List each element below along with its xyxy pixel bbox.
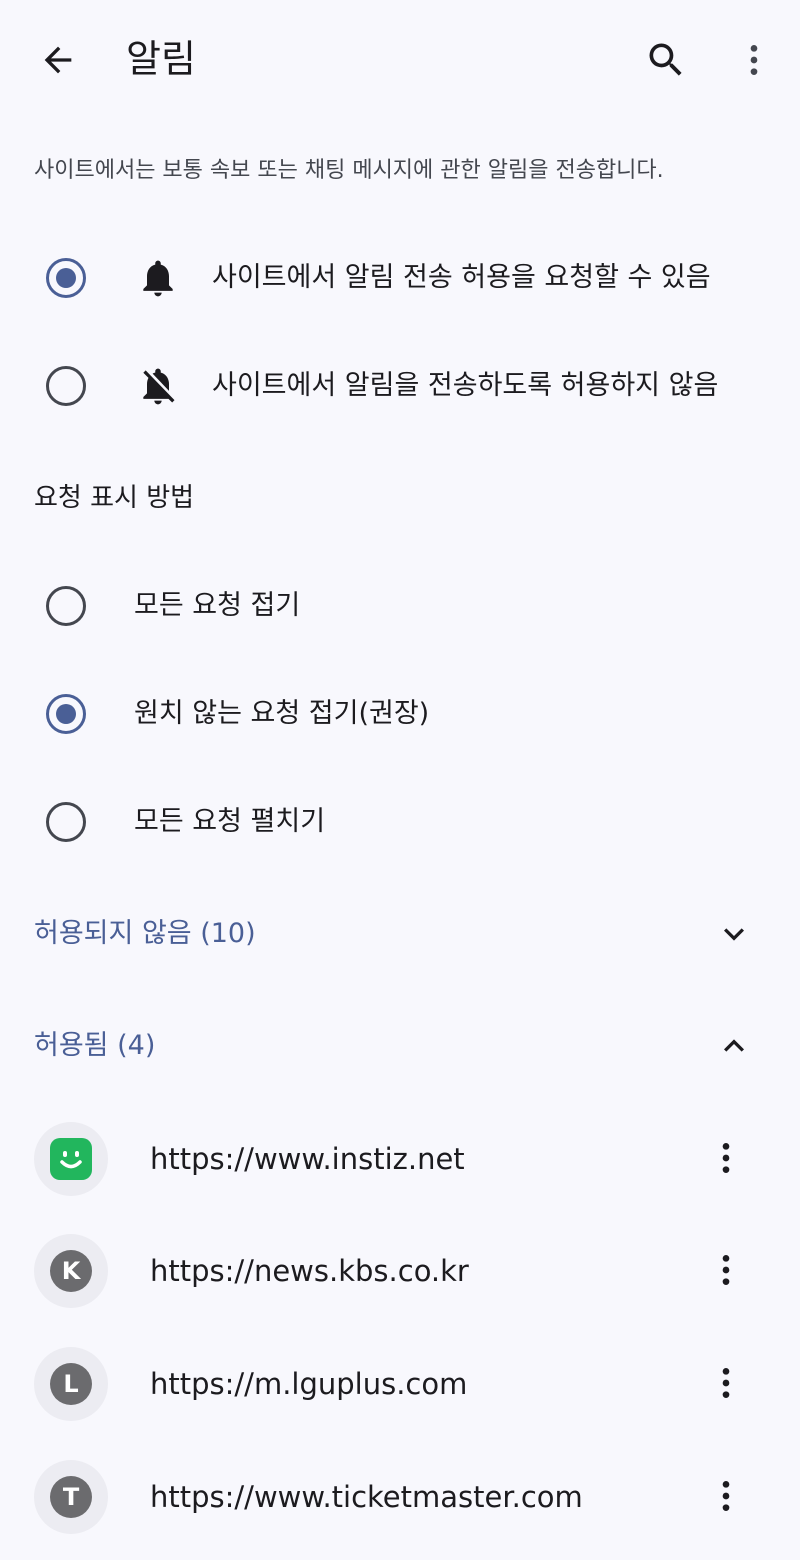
allowed-group-label: 허용됨 (4) [34, 1030, 156, 1061]
option-collapse-unwanted-label: 원치 않는 요청 접기(권장) [134, 698, 430, 729]
option-allow-requests-label: 사이트에서 알림 전송 허용을 요청할 수 있음 [212, 262, 711, 293]
option-collapse-all[interactable]: 모든 요청 접기 [0, 556, 800, 656]
site-more-button[interactable] [706, 1128, 746, 1188]
bell-icon [143, 260, 173, 297]
site-favicon [34, 1122, 108, 1196]
blocked-group-label: 허용되지 않음 (10) [34, 918, 256, 949]
back-button[interactable] [30, 32, 86, 88]
site-favicon-letter: T [50, 1476, 92, 1518]
search-button[interactable] [638, 32, 694, 88]
site-favicon-letter: L [50, 1363, 92, 1405]
site-favicon: L [34, 1347, 108, 1421]
more-vert-icon [722, 1368, 730, 1398]
site-row-ticketmaster[interactable]: T https://www.ticketmaster.com [0, 1446, 800, 1546]
site-more-button[interactable] [706, 1466, 746, 1526]
search-icon [649, 43, 682, 76]
option-expand-all[interactable]: 모든 요청 펼치기 [0, 772, 800, 872]
site-url: https://www.ticketmaster.com [150, 1480, 583, 1514]
instiz-smile-icon [50, 1138, 92, 1180]
option-collapse-all-label: 모든 요청 접기 [134, 590, 301, 621]
site-more-button[interactable] [706, 1240, 746, 1300]
option-expand-all-label: 모든 요청 펼치기 [134, 806, 326, 837]
site-url: https://news.kbs.co.kr [150, 1254, 469, 1288]
option-collapse-unwanted[interactable]: 원치 않는 요청 접기(권장) [0, 664, 800, 764]
radio-allow-requests[interactable] [46, 258, 86, 298]
more-vert-icon [722, 1143, 730, 1173]
site-url: https://www.instiz.net [150, 1142, 465, 1176]
allowed-group-header[interactable]: 허용됨 (4) [0, 1006, 800, 1086]
option-block-notifications[interactable]: 사이트에서 알림을 전송하도록 허용하지 않음 [0, 336, 800, 436]
site-row-instiz[interactable]: https://www.instiz.net [0, 1108, 800, 1208]
top-app-bar: 알림 [0, 0, 800, 118]
option-allow-requests[interactable]: 사이트에서 알림 전송 허용을 요청할 수 있음 [0, 228, 800, 328]
radio-expand-all[interactable] [46, 802, 86, 842]
site-favicon: K [34, 1234, 108, 1308]
site-favicon-letter: K [50, 1250, 92, 1292]
more-options-button[interactable] [726, 32, 782, 88]
notifications-settings-screen: 알림 사이트에서는 보통 속보 또는 채팅 메시지에 관한 알림을 전송합니다.… [0, 0, 800, 1560]
blocked-group-header[interactable]: 허용되지 않음 (10) [0, 894, 800, 974]
page-title: 알림 [126, 37, 196, 81]
chevron-down-icon [724, 928, 744, 941]
notifications-description: 사이트에서는 보통 속보 또는 채팅 메시지에 관한 알림을 전송합니다. [34, 158, 664, 183]
more-vert-icon [722, 1481, 730, 1511]
site-url: https://m.lguplus.com [150, 1367, 468, 1401]
radio-collapse-unwanted[interactable] [46, 694, 86, 734]
option-block-notifications-label: 사이트에서 알림을 전송하도록 허용하지 않음 [212, 370, 719, 401]
site-more-button[interactable] [706, 1353, 746, 1413]
arrow-back-icon [44, 46, 72, 74]
site-favicon: T [34, 1460, 108, 1534]
site-row-kbs[interactable]: K https://news.kbs.co.kr [0, 1220, 800, 1320]
more-vert-icon [722, 1255, 730, 1285]
radio-block-notifications[interactable] [46, 366, 86, 406]
site-row-lguplus[interactable]: L https://m.lguplus.com [0, 1333, 800, 1433]
chevron-up-icon [724, 1039, 744, 1052]
more-vert-icon [750, 45, 758, 75]
bell-off-icon [143, 368, 175, 405]
request-display-heading: 요청 표시 방법 [34, 483, 195, 513]
radio-collapse-all[interactable] [46, 586, 86, 626]
